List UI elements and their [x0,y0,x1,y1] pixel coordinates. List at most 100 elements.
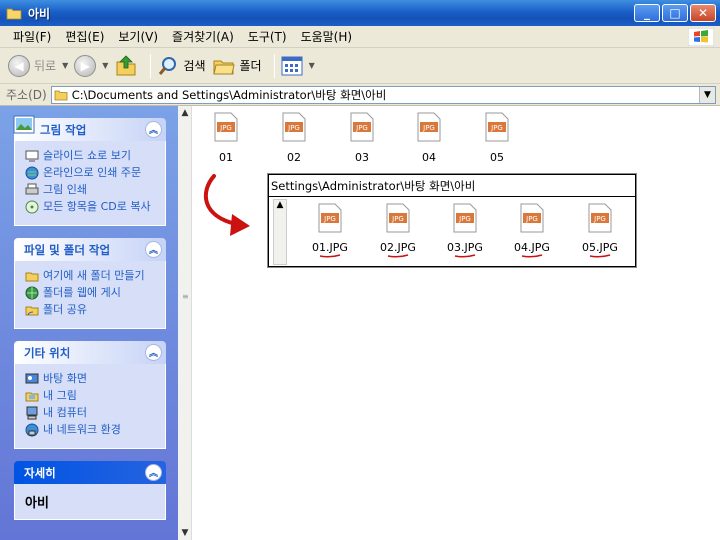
file-name: 02 [287,151,301,164]
inset-file-name: 02.JPG [380,241,416,254]
minimize-button[interactable]: _ [634,4,660,22]
title-bar[interactable]: 아비 _ □ ✕ [0,0,720,26]
up-folder-button[interactable] [114,54,138,78]
collapse-icon[interactable]: ︽ [145,464,162,481]
file-list-view: JPG 01 JPG 02 JPG 03 JPG 04 JPG 05 [192,106,720,540]
search-button[interactable]: 검색 [157,55,206,77]
file-name: 03 [355,151,369,164]
close-button[interactable]: ✕ [690,4,716,22]
menu-file[interactable]: 파일(F) [6,26,58,47]
file-item[interactable]: JPG 05 [477,112,517,164]
panel-title: 그림 작업 [40,122,87,137]
jpg-file-icon: JPG [282,112,306,142]
menu-view[interactable]: 보기(V) [111,26,165,47]
task-publish-web[interactable]: 폴더를 웹에 게시 [25,286,159,300]
file-item[interactable]: JPG 03 [342,112,382,164]
red-underline-icon [521,254,543,258]
panel-header[interactable]: 자세히 ︽ [14,461,166,484]
task-label: 내 컴퓨터 [43,406,87,419]
file-name: 04 [422,151,436,164]
menu-favorites[interactable]: 즐겨찾기(A) [165,26,241,47]
scroll-up-icon[interactable]: ▲ [178,106,192,120]
address-input[interactable]: C:\Documents and Settings\Administrator\… [50,85,716,104]
chevron-down-icon: ▼ [62,61,69,70]
place-network[interactable]: 내 네트워크 환경 [25,423,159,437]
jpg-file-icon: JPG [318,203,342,233]
panel-header[interactable]: 파일 및 폴더 작업 ︽ [14,238,166,261]
task-slideshow[interactable]: 슬라이드 쇼로 보기 [25,149,159,163]
inset-file-item: JPG 05.JPG [575,203,625,258]
file-name: 05 [490,151,504,164]
task-label: 그림 인쇄 [43,183,87,196]
back-label: 뒤로 [34,59,57,73]
place-my-pictures[interactable]: 내 그림 [25,389,159,403]
file-item[interactable]: JPG 04 [409,112,449,164]
folders-icon [212,60,235,74]
annotation-arrow-icon [203,174,250,236]
task-share-folder[interactable]: 폴더 공유 [25,303,159,317]
folders-label: 폴더 [239,59,262,73]
folder-icon [6,8,22,19]
jpg-file-icon: JPG [417,112,441,142]
svg-text:JPG: JPG [458,215,471,223]
pane-scrollbar[interactable]: ▲ ≡ ▼ [178,106,192,540]
toolbar: ◀ 뒤로 ▼ ▶ ▼ 검색 폴더 ▼ [0,48,720,84]
scroll-down-icon[interactable]: ▼ [178,526,192,540]
task-label: 슬라이드 쇼로 보기 [43,149,131,162]
task-new-folder[interactable]: 여기에 새 폴더 만들기 [25,269,159,283]
cd-copy-icon [25,200,39,214]
svg-text:JPG: JPG [219,124,232,132]
maximize-button[interactable]: □ [662,4,688,22]
svg-text:JPG: JPG [593,215,606,223]
network-icon [25,423,39,437]
jpg-file-icon: JPG [386,203,410,233]
address-path: C:\Documents and Settings\Administrator\… [71,87,387,102]
menu-edit[interactable]: 편집(E) [58,26,111,47]
detail-title: 아비 [25,496,49,511]
task-pane: 그림 작업 ︽ 슬라이드 쇼로 보기 온라인으로 인쇄 주문 그림 인쇄 모든 … [0,106,178,540]
collapse-icon[interactable]: ︽ [145,241,162,258]
collapse-icon[interactable]: ︽ [145,344,162,361]
task-print[interactable]: 그림 인쇄 [25,183,159,197]
address-label: 주소(D) [6,88,47,102]
place-my-computer[interactable]: 내 컴퓨터 [25,406,159,420]
folder-icon [54,90,68,100]
red-underline-icon [589,254,611,258]
windows-logo-icon [688,28,714,46]
panel-title: 자세히 [24,465,56,480]
panel-body: 바탕 화면 내 그림 내 컴퓨터 내 네트워크 환경 [14,364,166,449]
svg-text:JPG: JPG [490,124,503,132]
task-label: 모든 항목을 CD로 복사 [43,200,151,213]
zoomed-inset: Settings\Administrator\바탕 화면\아비 ▲ JPG 01… [268,174,636,267]
panel-header[interactable]: 그림 작업 ︽ [13,115,166,141]
panel-title: 기타 위치 [24,345,71,360]
jpg-file-icon: JPG [588,203,612,233]
file-item[interactable]: JPG 01 [206,112,246,164]
inset-file-name: 05.JPG [582,241,618,254]
views-icon [281,56,303,75]
panel-header[interactable]: 기타 위치 ︽ [14,341,166,364]
file-item[interactable]: JPG 02 [274,112,314,164]
views-button[interactable]: ▼ [281,56,315,76]
panel-details: 자세히 ︽ 아비 [14,461,166,520]
collapse-icon[interactable]: ︽ [145,121,162,138]
address-dropdown-button[interactable]: ▼ [699,86,715,103]
back-button[interactable]: ◀ 뒤로 ▼ [8,54,69,77]
address-bar: 주소(D) C:\Documents and Settings\Administ… [0,84,720,106]
menu-help[interactable]: 도움말(H) [294,26,360,47]
chevron-down-icon: ▼ [102,61,109,70]
place-desktop[interactable]: 바탕 화면 [25,372,159,386]
task-online-print[interactable]: 온라인으로 인쇄 주문 [25,166,159,180]
panel-other-places: 기타 위치 ︽ 바탕 화면 내 그림 내 컴퓨터 내 네트워크 환경 [14,341,166,449]
jpg-file-icon: JPG [350,112,374,142]
inset-file-item: JPG 03.JPG [440,203,490,258]
splitter-grip-icon[interactable]: ≡ [182,292,189,301]
folders-button[interactable]: 폴더 [212,55,262,77]
forward-arrow-icon: ▶ [74,54,97,77]
menu-tools[interactable]: 도구(T) [241,26,294,47]
task-copy-cd[interactable]: 모든 항목을 CD로 복사 [25,200,159,214]
share-folder-icon [25,306,39,316]
svg-text:JPG: JPG [323,215,336,223]
forward-button[interactable]: ▶ ▼ [74,54,109,77]
jpg-file-icon: JPG [214,112,238,142]
